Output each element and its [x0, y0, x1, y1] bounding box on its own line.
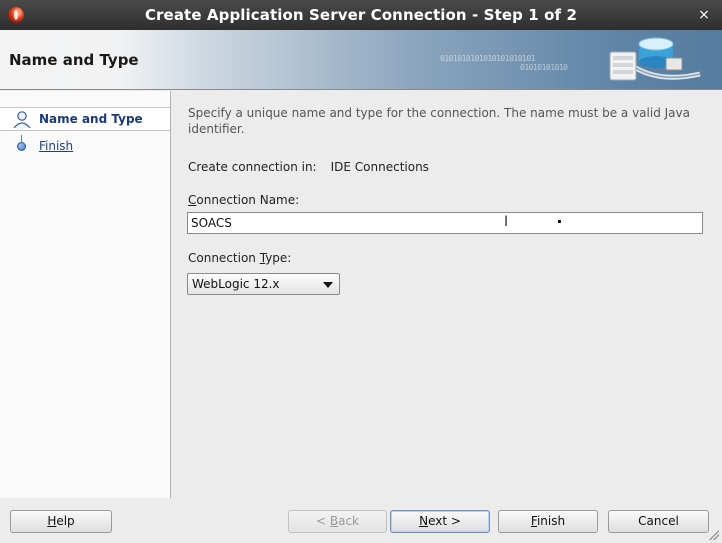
connection-name-label: Connection Name:	[188, 193, 299, 207]
title-bar[interactable]: Create Application Server Connection - S…	[0, 0, 722, 30]
create-in-label: Create connection in:	[188, 160, 317, 174]
step-content: Specify a unique name and type for the c…	[172, 91, 722, 498]
app-logo-icon	[8, 7, 24, 23]
close-icon[interactable]: ×	[696, 6, 712, 24]
connection-type-value: WebLogic 12.x	[192, 277, 280, 291]
text-cursor-icon: I	[504, 214, 509, 230]
server-connection-graphic-icon	[609, 37, 701, 81]
pointer-dot	[558, 220, 561, 223]
banner-binary-text: 0101010101010101010101	[440, 54, 535, 63]
button-label: elp	[56, 514, 75, 528]
label-text: Connection	[188, 251, 260, 265]
mnemonic-char: B	[329, 514, 339, 528]
connection-type-label: Connection Type:	[188, 251, 291, 265]
button-label: ext >	[428, 514, 461, 528]
finish-button[interactable]: Finish	[498, 510, 598, 533]
connection-name-input[interactable]	[187, 212, 703, 234]
step-dot-icon	[17, 142, 26, 151]
chevron-down-icon[interactable]	[323, 282, 333, 288]
create-in-value: IDE Connections	[330, 160, 429, 174]
button-label: ack	[338, 514, 359, 528]
dialog-title: Create Application Server Connection - S…	[144, 6, 578, 24]
banner-binary-text-2: 01010101010	[520, 63, 568, 72]
wizard-step-nav: Name and Type Finish	[0, 91, 171, 498]
button-label: inish	[536, 514, 566, 528]
resize-grip-icon[interactable]	[709, 530, 719, 540]
cancel-button[interactable]: Cancel	[608, 510, 709, 533]
connection-type-select[interactable]: WebLogic 12.x	[187, 273, 340, 295]
label-text: ype:	[265, 251, 292, 265]
mnemonic-char: H	[47, 514, 57, 528]
mnemonic-char: N	[419, 514, 429, 528]
wizard-banner: Name and Type 0101010101010101010101 010…	[0, 30, 722, 90]
help-button[interactable]: Help	[10, 510, 112, 533]
step-description: Specify a unique name and type for the c…	[188, 106, 690, 136]
next-button[interactable]: Next >	[390, 510, 490, 533]
banner-heading: Name and Type	[9, 51, 139, 69]
button-label: <	[315, 514, 330, 528]
dialog-window: Create Application Server Connection - S…	[0, 0, 722, 543]
create-connection-in: Create connection in: IDE Connections	[188, 160, 429, 174]
label-text: onnection Name:	[196, 193, 300, 207]
button-bar: Help < Back Next > Finish Cancel	[0, 498, 722, 543]
person-icon	[13, 111, 31, 129]
back-button[interactable]: < Back	[288, 510, 387, 533]
nav-step-label: Name and Type	[39, 112, 143, 126]
nav-step-label: Finish	[39, 139, 74, 153]
